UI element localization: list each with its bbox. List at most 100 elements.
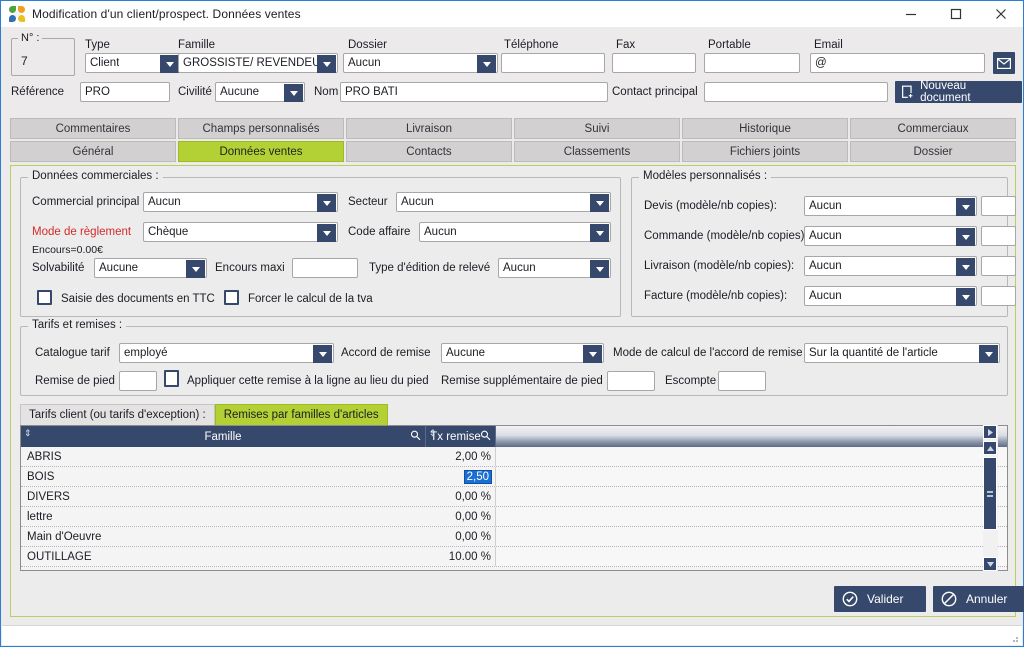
chevron-down-icon[interactable] <box>956 198 975 216</box>
type-edition-releve-select[interactable]: Aucun <box>498 258 611 278</box>
chevron-down-icon[interactable] <box>317 55 336 73</box>
email-input[interactable]: @ <box>810 53 985 73</box>
scroll-thumb[interactable] <box>983 457 997 530</box>
escompte-input[interactable] <box>718 371 766 391</box>
scroll-expand-button[interactable] <box>983 425 997 439</box>
fax-input[interactable] <box>612 53 696 73</box>
cell-tx-remise[interactable]: 0,00 % <box>426 507 496 526</box>
chevron-down-icon[interactable] <box>477 55 496 73</box>
type-select[interactable]: Client <box>85 53 181 73</box>
chevron-down-icon[interactable] <box>956 288 975 306</box>
chevron-down-icon[interactable] <box>284 84 303 102</box>
livraison-copies-input[interactable] <box>981 256 1016 276</box>
cell-tx-remise[interactable]: 0,00 % <box>426 487 496 506</box>
chevron-down-icon[interactable] <box>956 228 975 246</box>
nom-input[interactable]: PRO BATI <box>340 82 608 102</box>
devis-modele-select[interactable]: Aucun <box>804 196 977 216</box>
livraison-modele-select[interactable]: Aucun <box>804 256 977 276</box>
chevron-down-icon[interactable] <box>313 345 332 363</box>
commande-copies-input[interactable] <box>981 226 1016 246</box>
subtab-remises-familles[interactable]: Remises par familles d'articles <box>214 404 388 425</box>
subtab-tarifs-client[interactable]: Tarifs client (ou tarifs d'exception) : <box>20 404 215 425</box>
commercial-principal-select[interactable]: Aucun <box>143 192 338 212</box>
saisie-ttc-checkbox[interactable] <box>37 290 52 305</box>
portable-input[interactable] <box>704 53 800 73</box>
code-affaire-select[interactable]: Aucun <box>419 222 611 242</box>
appliquer-remise-checkbox[interactable] <box>164 370 179 387</box>
civilite-select[interactable]: Aucune <box>215 82 305 102</box>
famille-select[interactable]: GROSSISTE/ REVENDEUR <box>178 53 338 73</box>
chevron-down-icon[interactable] <box>590 224 609 242</box>
send-mail-button[interactable] <box>993 52 1015 74</box>
search-icon[interactable] <box>410 430 421 444</box>
tab-suivi[interactable]: Suivi <box>514 118 680 139</box>
table-row[interactable]: Main d'Oeuvre 0,00 % <box>21 527 1007 547</box>
chevron-down-icon[interactable] <box>956 258 975 276</box>
scroll-up-button[interactable] <box>983 441 997 455</box>
cell-tx-remise[interactable]: 2,00 % <box>426 447 496 466</box>
table-row[interactable]: DIVERS 0,00 % <box>21 487 1007 507</box>
forcer-tva-checkbox[interactable] <box>224 290 239 305</box>
nouveau-document-button[interactable]: Nouveau document <box>895 80 1022 104</box>
cell-tx-remise[interactable]: 0,00 % <box>426 527 496 546</box>
chevron-down-icon[interactable] <box>186 260 205 278</box>
mode-reglement-select[interactable]: Chèque <box>143 222 338 242</box>
chevron-down-icon[interactable] <box>160 55 179 73</box>
table-row[interactable]: ABRIS 2,00 % <box>21 447 1007 467</box>
search-icon[interactable] <box>480 430 491 444</box>
tab-livraison[interactable]: Livraison <box>346 118 512 139</box>
facture-modele-select[interactable]: Aucun <box>804 286 977 306</box>
accord-remise-select[interactable]: Aucune <box>441 343 604 363</box>
telephone-input[interactable] <box>501 53 605 73</box>
secteur-select[interactable]: Aucun <box>396 192 611 212</box>
tab-historique[interactable]: Historique <box>682 118 848 139</box>
sort-icon[interactable]: ⇕ <box>24 429 32 438</box>
chevron-down-icon[interactable] <box>317 224 336 242</box>
chevron-down-icon[interactable] <box>590 194 609 212</box>
mode-calcul-select[interactable]: Sur la quantité de l'article <box>804 343 1000 363</box>
grid-header-tx-remise[interactable]: ⇕ Tx remise <box>426 426 496 447</box>
tarifs-remises-group: Tarifs et remises : Catalogue tarif empl… <box>20 319 1008 396</box>
devis-copies-input[interactable] <box>981 196 1016 216</box>
close-button[interactable] <box>978 1 1023 28</box>
maximize-button[interactable] <box>933 1 978 28</box>
valider-button[interactable]: Valider <box>834 586 926 612</box>
chevron-down-icon[interactable] <box>979 345 998 363</box>
dossier-select[interactable]: Aucun <box>343 53 498 73</box>
chevron-down-icon[interactable] <box>590 260 609 278</box>
tab-dossier[interactable]: Dossier <box>850 141 1016 162</box>
tab-contacts[interactable]: Contacts <box>346 141 512 162</box>
tab-champs-personnalises[interactable]: Champs personnalisés <box>178 118 344 139</box>
annuler-button[interactable]: Annuler <box>933 586 1024 612</box>
table-row[interactable]: lettre 0,00 % <box>21 507 1007 527</box>
tab-fichiers-joints[interactable]: Fichiers joints <box>682 141 848 162</box>
tab-commentaires[interactable]: Commentaires <box>10 118 176 139</box>
tab-general[interactable]: Général <box>10 141 176 162</box>
cell-tx-remise[interactable]: 10.00 % <box>426 547 496 566</box>
tab-classements[interactable]: Classements <box>514 141 680 162</box>
table-row[interactable]: OUTILLAGE 10.00 % <box>21 547 1007 567</box>
scroll-down-button[interactable] <box>983 557 997 571</box>
commande-modele-select[interactable]: Aucun <box>804 226 977 246</box>
cell-tx-remise-editing[interactable]: 2,50 <box>426 467 496 486</box>
grid-header-famille[interactable]: ⇕ Famille <box>21 426 426 447</box>
catalogue-tarif-select[interactable]: employé <box>119 343 334 363</box>
tab-commerciaux[interactable]: Commerciaux <box>850 118 1016 139</box>
tab-donnees-ventes[interactable]: Données ventes <box>178 141 344 162</box>
minimize-button[interactable] <box>888 1 933 28</box>
encours-maxi-input[interactable] <box>292 258 358 278</box>
sort-icon[interactable]: ⇕ <box>429 429 437 438</box>
accord-remise-label: Accord de remise <box>341 347 431 359</box>
remise-supplementaire-input[interactable] <box>607 371 655 391</box>
cell-tx-remise-selected-text[interactable]: 2,50 <box>463 469 493 484</box>
chevron-down-icon[interactable] <box>317 194 336 212</box>
resize-grip-icon[interactable] <box>1009 633 1019 643</box>
reference-input[interactable]: PRO <box>80 82 170 102</box>
facture-copies-input[interactable] <box>981 286 1016 306</box>
table-row[interactable]: BOIS 2,50 <box>21 467 1007 487</box>
chevron-down-icon[interactable] <box>583 345 602 363</box>
solvabilite-select[interactable]: Aucune <box>94 258 207 278</box>
remise-pied-input[interactable] <box>119 371 157 391</box>
grid-vertical-scrollbar[interactable] <box>983 425 998 571</box>
contact-principal-input[interactable] <box>704 82 888 102</box>
